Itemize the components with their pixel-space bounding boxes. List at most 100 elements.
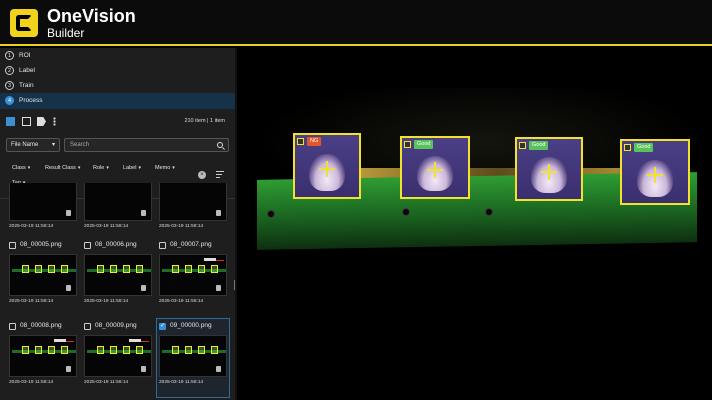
detection-box [198,346,205,354]
step-label: ROI [19,52,31,59]
search-field-value: File Name [11,142,39,148]
thumbnail-tag [204,258,216,261]
detection-box [35,346,42,354]
step-number: 3 [5,81,14,90]
detection-box [61,265,68,273]
document-icon[interactable] [66,210,71,216]
chip-label: Memo [155,165,171,171]
result-badge: NG [307,137,322,146]
crosshair-icon [427,162,443,179]
thumbnail[interactable] [159,335,227,377]
document-icon[interactable] [141,210,146,216]
tag-icon[interactable] [37,117,46,126]
card-timestamp: 2025-03-19 11:58:14 [159,224,204,229]
card-checkbox[interactable] [159,242,166,249]
result-badge: Good [634,143,654,152]
chip-label: Role [93,165,105,171]
chevron-down-icon: ▾ [27,165,31,171]
document-icon[interactable] [66,366,71,372]
item-count: 210 item | 1 item [184,118,225,124]
detection-box-good[interactable]: Good [620,139,690,205]
search-placeholder: Search [70,142,90,148]
detection-box-ng[interactable]: NG [293,133,361,199]
thumbnail[interactable] [9,183,77,221]
search-input[interactable]: Search [64,138,229,152]
card-timestamp: 2025-03-19 11:58:14 [84,224,129,229]
app-header: OneVision Builder [0,0,712,46]
card-checkbox[interactable] [9,242,16,249]
card-filename: 08_00005.png [20,241,62,248]
detection-box-good[interactable]: Good [400,136,470,199]
clear-filter-icon[interactable]: × [198,171,206,179]
card-timestamp: 2025-03-19 11:58:14 [159,380,204,385]
document-icon[interactable] [66,285,71,291]
card-timestamp: 2025-03-19 11:58:14 [84,299,129,304]
thumbnail[interactable] [159,183,227,221]
card-timestamp: 2025-03-19 11:58:14 [9,224,54,229]
step-number: 1 [5,51,14,60]
thumbnail[interactable] [159,254,227,296]
filter-chip-role[interactable]: Role ▾ [93,165,109,171]
step-number: 4 [5,96,14,105]
step-train[interactable]: 3 Train [0,78,235,94]
detection-icon [624,144,631,151]
card-filename: 09_00000.png [170,322,212,329]
crosshair-icon [319,161,335,178]
document-icon[interactable] [141,285,146,291]
thumbnail[interactable] [9,335,77,377]
app-subtitle: Builder [47,26,85,40]
card-checkbox[interactable] [84,242,91,249]
chevron-down-icon: ▾ [172,165,175,171]
image-viewer[interactable]: NG Good Good Good [237,48,712,400]
search-field-select[interactable]: File Name ▾ [6,138,60,152]
document-icon[interactable] [216,366,221,372]
detection-box [48,346,55,354]
more-vertical-icon[interactable] [53,117,56,126]
filter-chip-memo[interactable]: Memo ▾ [155,165,175,171]
app-title: OneVision [47,6,136,26]
image-filter-icon[interactable] [22,117,31,126]
thumbnail[interactable] [84,335,152,377]
app-logo-icon [10,9,38,37]
thumbnail[interactable] [84,254,152,296]
step-roi[interactable]: 1 ROI [0,48,235,64]
filter-chip-label[interactable]: Label ▾ [123,165,141,171]
step-label-item[interactable]: 2 Label [0,63,235,79]
chip-label: Label [123,165,137,171]
filter-chip-result-class[interactable]: Result Class ▾ [45,165,80,171]
filter-chip-class[interactable]: Class ▾ [12,165,30,171]
sort-icon[interactable] [216,171,224,179]
thumbnail-tag [129,339,141,342]
card-checkbox-checked[interactable]: ✓ [159,323,166,330]
detection-box-good[interactable]: Good [515,137,583,201]
step-process[interactable]: 4 Process [0,93,235,109]
document-icon[interactable] [216,210,221,216]
card-timestamp: 2025-03-19 11:58:14 [159,299,204,304]
document-icon[interactable] [216,285,221,291]
detection-box [22,265,29,273]
chevron-down-icon: ▾ [51,142,55,148]
step-label: Label [19,67,35,74]
gallery-toolbar: 210 item | 1 item [0,112,235,132]
card-timestamp: 2025-03-19 11:58:14 [9,299,54,304]
detection-box [185,265,192,273]
detection-icon [404,141,411,148]
search-icon[interactable] [217,142,223,148]
chevron-down-icon: ▾ [77,165,81,171]
grid-view-icon[interactable] [6,117,15,126]
chevron-down-icon: ▾ [138,165,141,171]
thumbnail[interactable] [84,183,152,221]
chip-label: Result Class [45,165,76,171]
card-filename: 08_00006.png [95,241,137,248]
crosshair-icon [647,167,663,184]
document-icon[interactable] [141,366,146,372]
card-checkbox[interactable] [84,323,91,330]
detection-box [136,346,143,354]
detection-box [35,265,42,273]
step-label: Train [19,82,34,89]
detection-box [110,265,117,273]
chip-label: Class [12,165,26,171]
detection-box [97,265,104,273]
card-checkbox[interactable] [9,323,16,330]
thumbnail[interactable] [9,254,77,296]
